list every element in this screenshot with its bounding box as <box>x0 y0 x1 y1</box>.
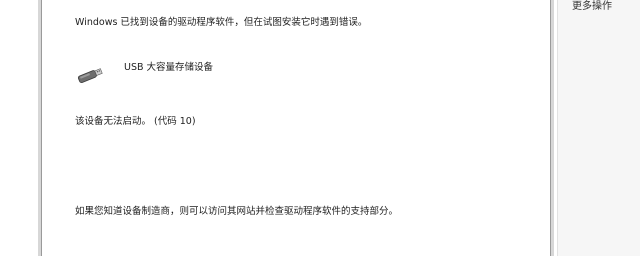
more-actions-link[interactable]: 更多操作 <box>572 0 612 12</box>
parent-window-edge <box>0 0 38 256</box>
actions-pane: 更多操作 <box>557 0 640 256</box>
device-name-label: USB 大容量存储设备 <box>124 62 214 73</box>
vendor-website-hint: 如果您知道设备制造商，则可以访问其网站并检查驱动程序软件的支持部分。 <box>75 206 399 217</box>
device-status-message: 该设备无法启动。 (代码 10) <box>75 116 196 127</box>
driver-error-dialog <box>38 0 554 256</box>
usb-drive-icon <box>77 68 103 84</box>
found-driver-error-message: Windows 已找到设备的驱动程序软件，但在试图安装它时遇到错误。 <box>75 17 368 28</box>
desktop-area: Windows 已找到设备的驱动程序软件，但在试图安装它时遇到错误。 USB 大… <box>0 0 640 256</box>
